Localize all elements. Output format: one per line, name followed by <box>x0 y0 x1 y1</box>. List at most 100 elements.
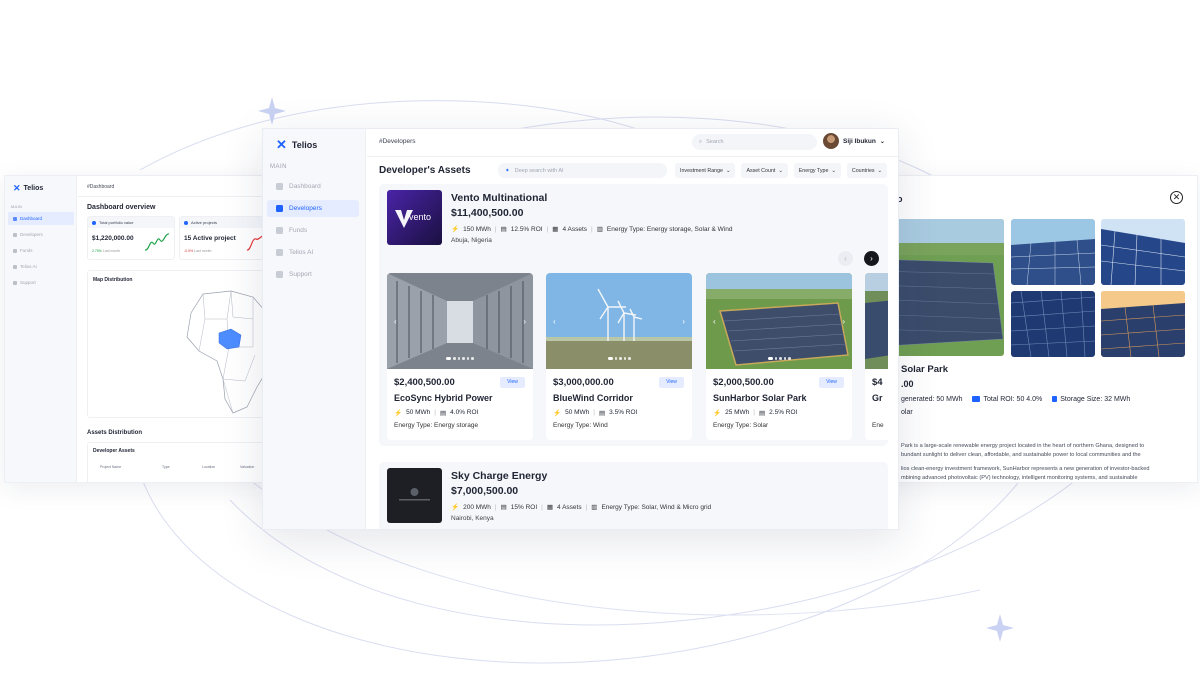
asset-name: EcoSync Hybrid Power <box>394 393 493 403</box>
image-prev-icon[interactable]: ‹ <box>394 317 397 326</box>
grid-icon <box>276 183 283 190</box>
sidebar-item-funds[interactable]: Funds <box>8 244 74 257</box>
card-note: Last month <box>102 249 121 253</box>
asset-detail-window: o ✕ Solar Park .00 generated: 50 MWh Tot… <box>862 175 1198 483</box>
filter-label: Countries <box>851 167 875 174</box>
roi-value: Total ROI: 50 4.0% <box>983 396 1043 403</box>
logo-text: vento <box>409 212 432 222</box>
sidebar-item-funds[interactable]: Funds <box>267 222 359 239</box>
image-prev-icon[interactable]: ‹ <box>713 317 716 326</box>
image-next-icon[interactable]: › <box>523 317 526 326</box>
sidebar-item-label: Telios AI <box>289 249 314 256</box>
image-prev-icon[interactable]: ‹ <box>553 317 556 326</box>
factory-icon: ▥ <box>596 226 603 233</box>
sidebar-item-label: Support <box>289 271 312 278</box>
carousel-next-button[interactable]: › <box>864 251 879 266</box>
wallet-icon <box>276 227 283 234</box>
filter-countries[interactable]: Countries ⌄ <box>846 163 887 178</box>
thumbnail[interactable] <box>1011 291 1095 357</box>
thumbnail[interactable] <box>1101 219 1185 285</box>
bolt-icon: ⚡ <box>553 410 562 417</box>
chevron-down-icon: ⌄ <box>831 167 836 174</box>
view-button[interactable]: View <box>500 377 525 388</box>
asset-card[interactable]: ‹ › $2,000,500.00 View SunHarbor Solar P… <box>706 273 852 440</box>
asset-card[interactable]: $4 Gr Ene <box>865 273 888 440</box>
asset-stats: ⚡ 25 MWh | ▤ 2.5% ROI <box>713 409 798 417</box>
sidebar-item-telios-ai[interactable]: Telios AI <box>8 260 74 273</box>
sidebar-item-developers[interactable]: Developers <box>8 228 74 241</box>
thumbnail[interactable] <box>1011 219 1095 285</box>
funds-icon <box>13 248 17 253</box>
sidebar-item-dashboard[interactable]: Dashboard <box>267 178 359 195</box>
roi-stat: Total ROI: 50 4.0% <box>972 396 1042 403</box>
search-input[interactable]: ⌕ Search <box>692 134 817 150</box>
sidebar-item-label: Funds <box>20 248 33 253</box>
filter-asset-count[interactable]: Asset Count ⌄ <box>741 163 788 178</box>
sidebar-item-label: Developers <box>289 205 322 212</box>
nav-section-label: MAIN <box>270 164 287 170</box>
image-next-icon[interactable]: › <box>842 317 845 326</box>
sidebar-item-support[interactable]: Support <box>267 266 359 283</box>
developer-valuation: $7,000,500.00 <box>451 485 519 497</box>
asset-price: $2,000,500.00 <box>713 377 774 388</box>
view-button[interactable]: View <box>819 377 844 388</box>
table-title: Developer Assets <box>93 448 135 454</box>
carousel-prev-button[interactable]: ‹ <box>838 251 853 266</box>
close-icon[interactable]: ✕ <box>1170 191 1183 204</box>
asset-name: BlueWind Corridor <box>553 393 633 403</box>
panel-image <box>1011 219 1095 285</box>
storage-value: Storage Size: 32 MWh <box>1060 396 1131 403</box>
telios-logo-icon: ✕ <box>13 183 21 193</box>
developer-name: Sky Charge Energy <box>451 470 548 482</box>
ai-icon <box>13 264 17 269</box>
image-dots <box>706 357 852 360</box>
asset-price: $3,000,000.00 <box>553 377 614 388</box>
portfolio-value-card: Total portfolio value $1,220,000.00 2.75… <box>87 216 175 260</box>
sparkle-icon <box>986 614 1014 642</box>
asset-name: Solar Park <box>901 364 948 375</box>
data-center-image <box>387 273 533 369</box>
developer-logo: vento <box>387 190 442 245</box>
app-logo[interactable]: ✕ Telios <box>13 183 43 194</box>
asset-name: SunHarbor Solar Park <box>713 393 807 403</box>
bolt-icon: ⚡ <box>451 226 460 233</box>
mwh-value: 200 MWh <box>463 503 491 511</box>
filter-energy-type[interactable]: Energy Type ⌄ <box>793 163 841 178</box>
image-dots <box>546 357 692 360</box>
user-name: Siji Ibukun <box>843 137 876 145</box>
app-logo[interactable]: ✕ Telios <box>276 137 317 153</box>
headset-icon <box>13 280 17 285</box>
image-next-icon[interactable]: › <box>682 317 685 326</box>
roi-value: 3.5% ROI <box>609 409 638 416</box>
sidebar-item-developers[interactable]: Developers <box>267 200 359 217</box>
search-placeholder: Search <box>706 139 724 145</box>
sidebar-item-support[interactable]: Support <box>8 276 74 289</box>
user-menu[interactable]: Siji Ibukun ⌄ <box>823 133 885 149</box>
sparkle-icon <box>258 97 286 125</box>
chevron-down-icon: ⌄ <box>879 138 885 145</box>
panel-title: Map Distribution <box>93 277 133 283</box>
sidebar-item-telios-ai[interactable]: Telios AI <box>267 244 359 261</box>
asset-card[interactable]: ‹ › $3,000,000.00 View BlueWind Corridor… <box>546 273 692 440</box>
bolt-icon: ⚡ <box>451 504 460 511</box>
assets-value: 4 Assets <box>557 503 582 511</box>
roi-icon: ▤ <box>440 410 447 417</box>
description-line: lios clean-energy investment framework, … <box>901 466 1150 473</box>
roi-icon: ▤ <box>759 410 766 417</box>
ai-search-input[interactable]: ✦ Deep search with AI <box>498 163 667 178</box>
asset-price: .00 <box>901 379 914 389</box>
developer-name: Vento Multinational <box>451 192 548 204</box>
view-button[interactable]: View <box>659 377 684 388</box>
filter-investment-range[interactable]: Investment Range ⌄ <box>675 163 736 178</box>
energy-value: Energy Type: Solar, Wind & Micro grid <box>601 503 712 511</box>
headset-icon <box>276 271 283 278</box>
sidebar-item-dashboard[interactable]: Dashboard <box>8 212 74 225</box>
column-header: Type <box>162 465 170 469</box>
energy-type: Ene <box>872 422 884 429</box>
card-change: 2.75% <box>92 249 102 253</box>
asset-card[interactable]: ‹ › $2,400,500.00 View EcoSync Hybrid Po… <box>387 273 533 440</box>
thumbnail[interactable] <box>1101 291 1185 357</box>
ai-icon <box>276 249 283 256</box>
sidebar-item-label: Telios AI <box>20 264 37 269</box>
sidebar-item-label: Dashboard <box>20 216 43 221</box>
